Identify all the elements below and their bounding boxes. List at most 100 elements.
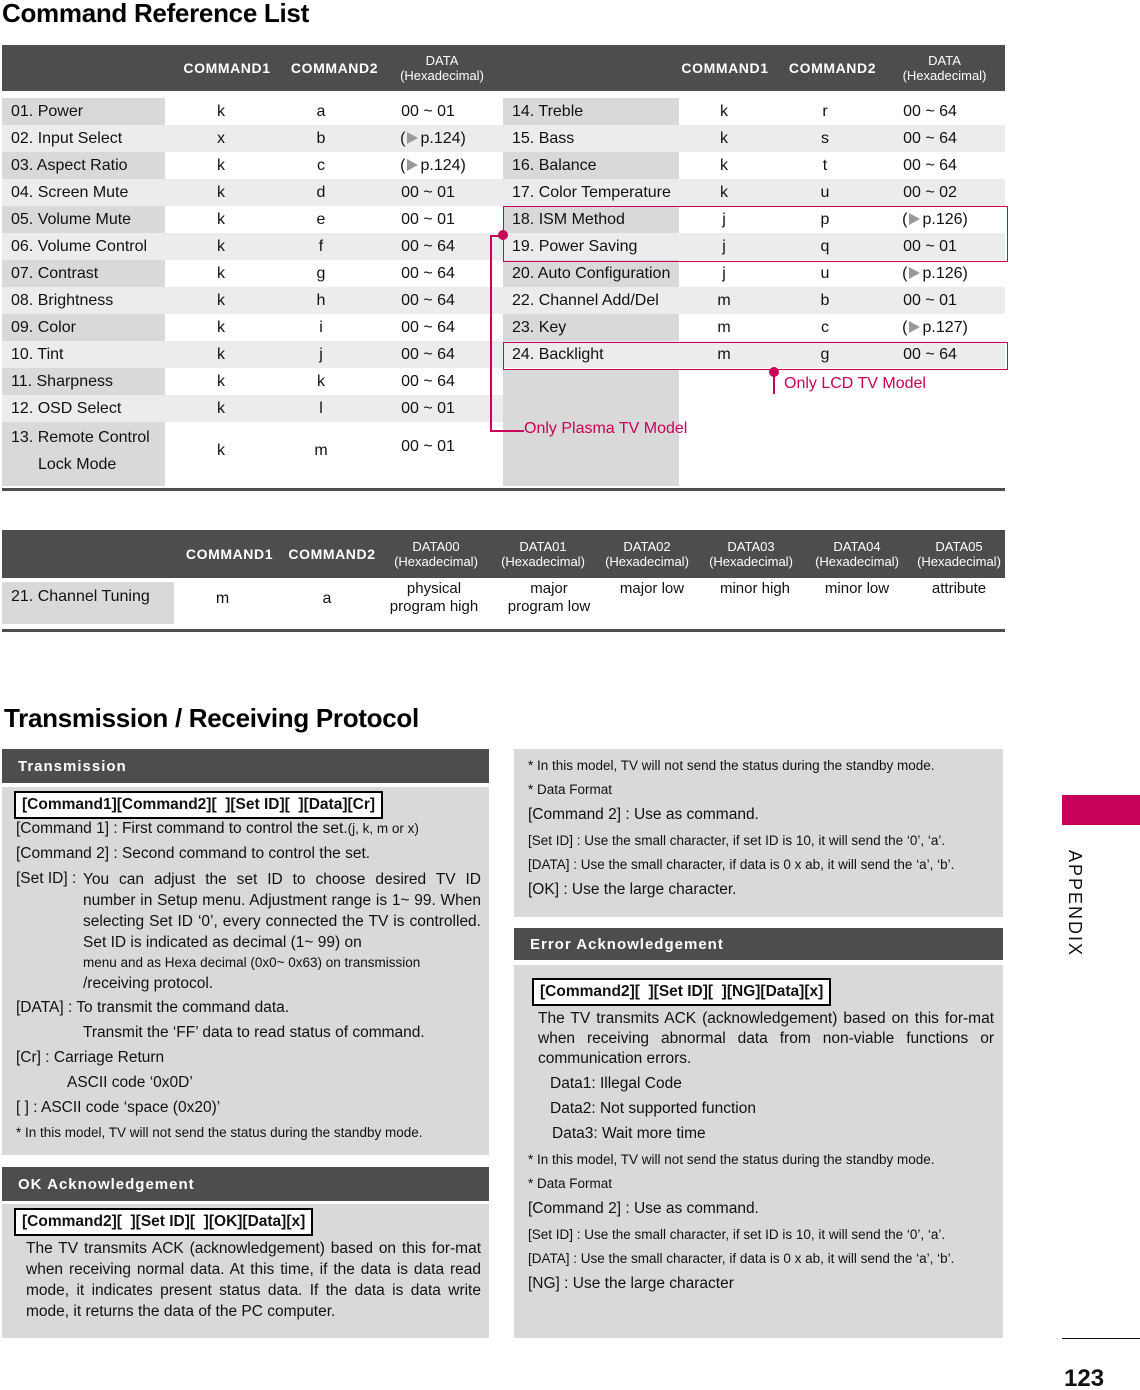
ok-note-format: * Data Format xyxy=(528,782,613,797)
command-row: 03. Aspect Ratio k c (p.124) xyxy=(2,152,503,179)
arrow-right-icon xyxy=(407,159,419,171)
value-line2: program low xyxy=(507,598,591,615)
plasma-connector-line xyxy=(490,235,492,431)
command-row: 17. Color Temperature k u 00 ~ 02 xyxy=(503,179,1005,206)
command-name: 09. Color xyxy=(2,314,165,341)
command-name: 12. OSD Select xyxy=(2,395,165,422)
transmission-cmd1: [Command 1] : First command to control t… xyxy=(16,819,419,839)
arrow-right-icon xyxy=(909,267,921,279)
page-number: 123 xyxy=(1064,1365,1105,1390)
command2-value: a xyxy=(316,103,326,120)
ct-header-data-unit: (Hexadecimal) xyxy=(501,554,585,569)
command2-value: f xyxy=(318,238,324,255)
value-line1: major xyxy=(530,580,568,597)
channel-tuning-data1: major program low xyxy=(500,580,598,616)
command-name: 13. Remote Control Lock Mode xyxy=(2,422,165,486)
command-row: 13. Remote Control Lock Mode k m 00 ~ 01 xyxy=(2,422,503,486)
transmission-data-sub: Transmit the ‘FF’ data to read status of… xyxy=(83,1024,425,1041)
command-row: 14. Treble k r 00 ~ 64 xyxy=(503,98,1005,125)
command-row: 10. Tint k j 00 ~ 64 xyxy=(2,341,503,368)
command1-value: k xyxy=(217,265,225,282)
transmission-setid-label: [Set ID] : xyxy=(16,870,77,887)
error-data3: Data3: Wait more time xyxy=(552,1125,706,1142)
command2-value: c xyxy=(821,319,829,336)
appendix-tab-marker xyxy=(1062,795,1140,825)
page-ref[interactable]: p.124 xyxy=(420,157,460,174)
command1-value: m xyxy=(717,319,731,336)
ct-header-data1: DATA01 (Hexadecimal) xyxy=(494,530,592,578)
command1-value: k xyxy=(720,184,728,201)
command1-value: k xyxy=(217,184,225,201)
command-row: 04. Screen Mute k d 00 ~ 01 xyxy=(2,179,503,206)
ct-header-data-unit: (Hexadecimal) xyxy=(815,554,899,569)
data-range: 00 ~ 64 xyxy=(401,238,455,255)
error-ack-format: [Command2][ ][Set ID][ ][NG][Data][x] xyxy=(532,978,832,1006)
command-name: 22. Channel Add/Del xyxy=(503,287,679,314)
ok-notes-panel: * In this model, TV will not send the st… xyxy=(514,749,1003,917)
ok-ack-text: The TV transmits ACK (acknowledgement) b… xyxy=(26,1240,481,1320)
ct-header-data-name: DATA02 xyxy=(623,539,671,554)
command-row: 23. Key m c (p.127) xyxy=(503,314,1005,341)
plasma-only-highlight xyxy=(503,206,1008,262)
command-name: 07. Contrast xyxy=(2,260,165,287)
command-row: 05. Volume Mute k e 00 ~ 01 xyxy=(2,206,503,233)
plasma-connector-line xyxy=(490,430,524,432)
ct-header-data4: DATA04 (Hexadecimal) xyxy=(808,530,906,578)
error-ack-text: The TV transmits ACK (acknowledgement) b… xyxy=(538,1010,994,1067)
data-range: 00 ~ 01 xyxy=(401,400,455,417)
transmission-setid-text: You can adjust the set ID to choose desi… xyxy=(83,871,481,951)
ct-header-data-name: DATA04 xyxy=(833,539,881,554)
page-number-rule xyxy=(1062,1338,1140,1339)
data-page-reference: (p.127) xyxy=(902,319,968,336)
plasma-connector-line xyxy=(490,235,503,237)
page-ref[interactable]: p.124 xyxy=(420,130,460,147)
ct-header-data-name: DATA03 xyxy=(727,539,775,554)
header-data-unit: (Hexadecimal) xyxy=(400,68,484,83)
error-note-ng: [NG] : Use the large character xyxy=(528,1275,734,1292)
data-range: 00 ~ 64 xyxy=(903,157,957,174)
cmd1-note: (j, k, m or x) xyxy=(347,821,419,836)
command-name: 11. Sharpness xyxy=(2,368,165,395)
command2-value: g xyxy=(316,265,326,282)
error-data2: Data2: Not supported function xyxy=(550,1100,756,1117)
transmission-setid-text3: /receiving protocol. xyxy=(83,975,214,992)
command-row: 16. Balance k t 00 ~ 64 xyxy=(503,152,1005,179)
error-ack-header: Error Acknowledgement xyxy=(514,928,1003,960)
command-row: 20. Auto Configuration j u (p.126) xyxy=(503,260,1005,287)
command-row: 11. Sharpness k k 00 ~ 64 xyxy=(2,368,503,395)
header-command1-right: COMMAND1 xyxy=(681,60,769,76)
command1-value: k xyxy=(720,130,728,147)
command1-value: j xyxy=(722,265,726,282)
ct-header-data-unit: (Hexadecimal) xyxy=(917,554,1001,569)
command-name: 08. Brightness xyxy=(2,287,165,314)
command2-value: i xyxy=(319,319,323,336)
command2-value: c xyxy=(317,157,325,174)
command2-value: s xyxy=(821,130,829,147)
channel-tuning-cmd2: a xyxy=(322,590,332,607)
header-data-left: DATA (Hexadecimal) xyxy=(387,45,497,91)
value-line1: physical xyxy=(406,580,462,597)
transmission-note: * In this model, TV will not send the st… xyxy=(16,1125,423,1140)
command2-value: e xyxy=(316,211,326,228)
command-row: 12. OSD Select k l 00 ~ 01 xyxy=(2,395,503,422)
command1-value: k xyxy=(217,238,225,255)
ct-header-data0: DATA00 (Hexadecimal) xyxy=(387,530,485,578)
ct-header-data-unit: (Hexadecimal) xyxy=(605,554,689,569)
page-ref[interactable]: p.126 xyxy=(922,265,962,282)
channel-tuning-name-cell: 21. Channel Tuning xyxy=(2,582,174,624)
page-ref[interactable]: p.127 xyxy=(922,319,962,336)
header-data-unit: (Hexadecimal) xyxy=(902,68,987,83)
data-range: 00 ~ 64 xyxy=(401,346,455,363)
data-page-reference: (p.124) xyxy=(400,130,466,147)
command-row: 22. Channel Add/Del m b 00 ~ 01 xyxy=(503,287,1005,314)
command1-value: k xyxy=(217,373,225,390)
transmission-setid-text2: menu and as Hexa decimal (0x0~ 0x63) on … xyxy=(83,955,421,970)
value-line1: minor high xyxy=(719,580,791,597)
command2-value: u xyxy=(820,184,830,201)
value-line1: major low xyxy=(619,580,685,597)
data-page-reference: (p.126) xyxy=(902,265,968,282)
transmission-cr-sub: ASCII code ‘0x0D’ xyxy=(67,1074,193,1091)
arrow-right-icon xyxy=(407,132,419,144)
lcd-connector-line xyxy=(773,370,775,394)
value-line1: attribute xyxy=(931,580,987,597)
